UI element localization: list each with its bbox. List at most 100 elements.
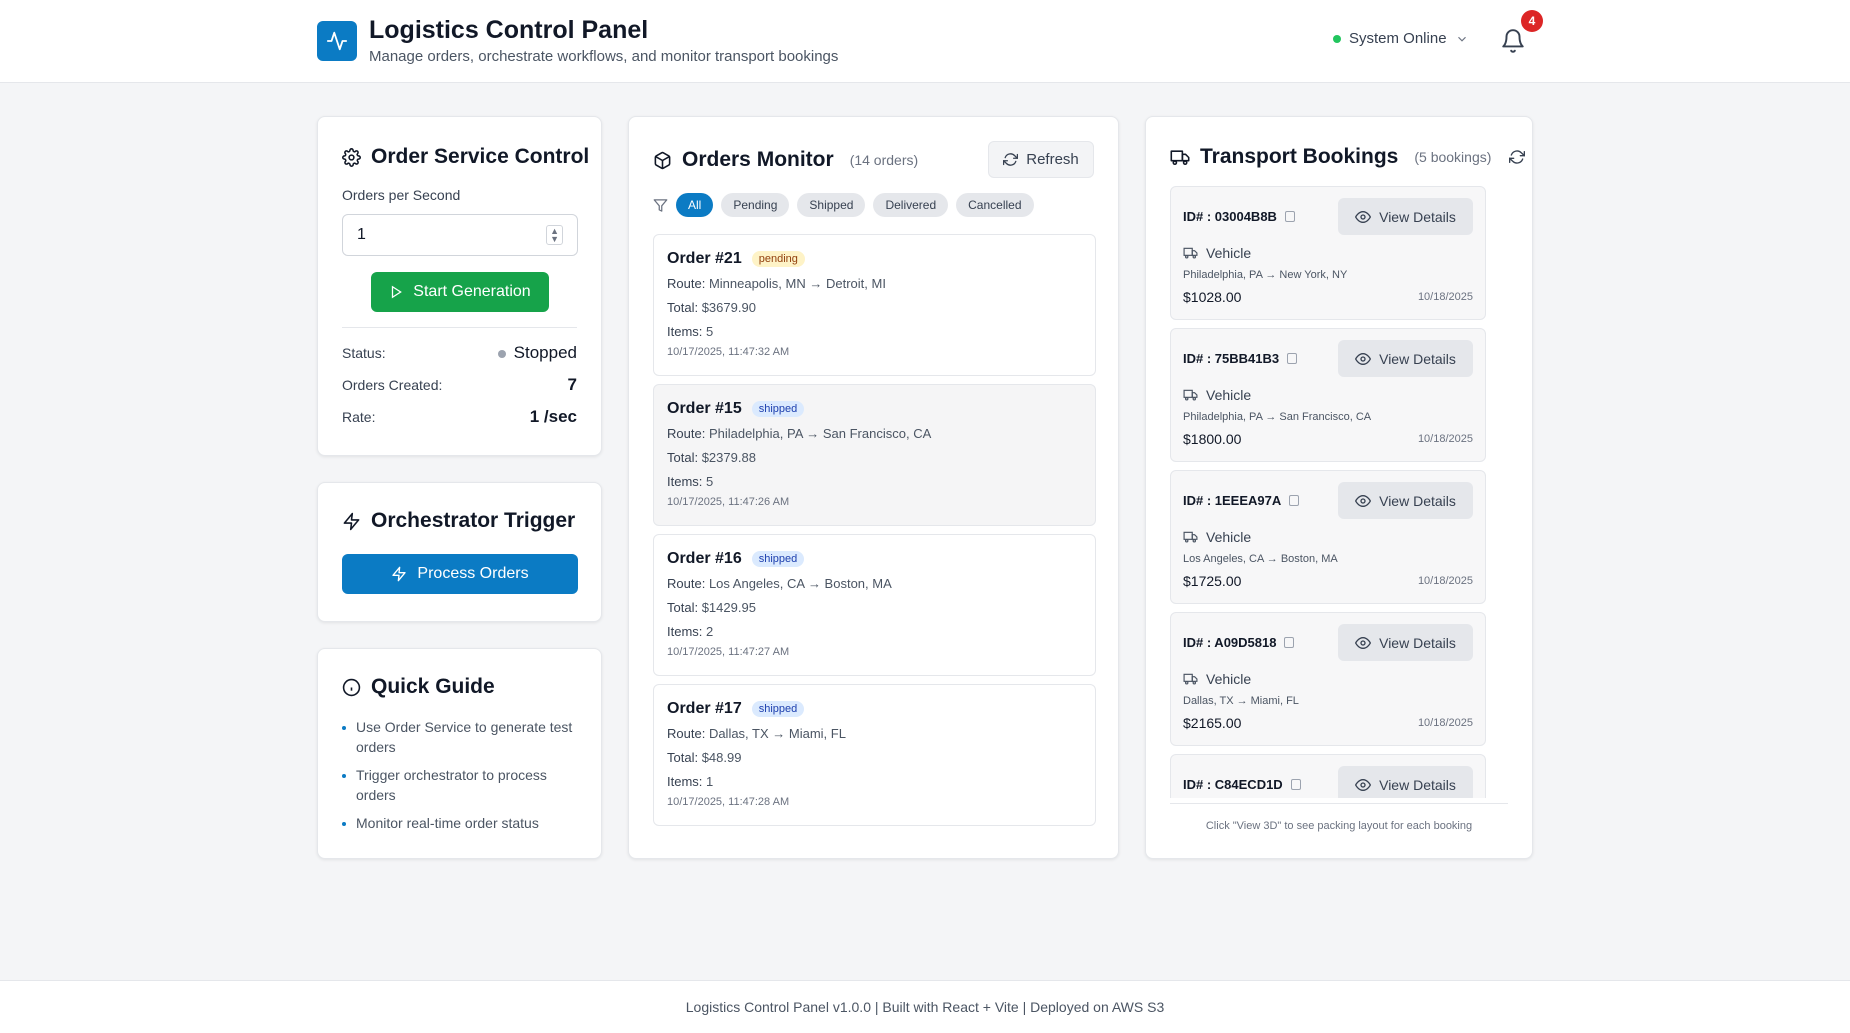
order-timestamp: 10/17/2025, 11:47:27 AM — [667, 646, 790, 658]
order-route: Route: Minneapolis, MN → Detroit, MI — [667, 276, 886, 291]
view-details-button[interactable]: View Details — [1338, 766, 1473, 798]
view-details-label: View Details — [1379, 776, 1456, 793]
orders-created-row: Orders Created: 7 — [342, 375, 577, 395]
quick-guide-list: Use Order Service to generate test order… — [342, 717, 581, 841]
gear-icon — [342, 147, 361, 167]
transport-bookings-card: Transport Bookings (5 bookings) ID# : 03… — [1145, 116, 1533, 859]
bookings-list[interactable]: ID# : 03004B8B View Details Vehicle Phil… — [1170, 186, 1486, 798]
filter-delivered-chip[interactable]: Delivered — [873, 193, 949, 217]
app-subtitle: Manage orders, orchestrate workflows, an… — [369, 48, 839, 65]
transport-footer-note: Click "View 3D" to see packing layout fo… — [1170, 803, 1508, 832]
view-details-button[interactable]: View Details — [1338, 340, 1473, 377]
order-timestamp: 10/17/2025, 11:47:28 AM — [667, 796, 790, 808]
copy-icon[interactable] — [1287, 353, 1298, 364]
status-badge: shipped — [751, 701, 805, 717]
order-route: Route: Los Angeles, CA → Boston, MA — [667, 576, 892, 591]
order-card[interactable]: Order #21 pending Route: Minneapolis, MN … — [653, 234, 1096, 376]
rate-label: Rate: — [342, 409, 376, 425]
booking-id: ID# : C84ECD1D — [1183, 777, 1283, 792]
booking-card: ID# : A09D5818 View Details Vehicle Dall… — [1170, 612, 1486, 746]
divider — [342, 327, 577, 328]
system-status-dropdown[interactable]: System Online — [1333, 30, 1469, 47]
order-items: Items: 1 — [667, 774, 714, 789]
status-row: Status: Stopped — [342, 343, 577, 363]
start-generation-button[interactable]: Start Generation — [371, 272, 549, 312]
view-details-label: View Details — [1379, 208, 1456, 225]
copy-icon[interactable] — [1284, 637, 1295, 648]
refresh-label: Refresh — [1026, 151, 1079, 168]
status-filter-bar: All Pending Shipped Delivered Cancelled — [653, 193, 1034, 217]
rate-value: 1 /sec — [529, 407, 577, 426]
view-details-label: View Details — [1379, 492, 1456, 509]
view-details-button[interactable]: View Details — [1338, 482, 1473, 519]
order-timestamp: 10/17/2025, 11:47:32 AM — [667, 346, 790, 358]
lightning-icon — [392, 566, 407, 582]
filter-cancelled-chip[interactable]: Cancelled — [956, 193, 1034, 217]
booking-card: ID# : 03004B8B View Details Vehicle Phil… — [1170, 186, 1486, 320]
eye-icon — [1355, 778, 1372, 791]
status-badge: shipped — [751, 401, 805, 417]
booking-price: $1028.00 — [1183, 289, 1242, 305]
orders-monitor-title-row: Orders Monitor (14 orders) — [653, 148, 918, 172]
copy-icon[interactable] — [1290, 779, 1301, 790]
chevron-down-icon — [1457, 36, 1466, 42]
booking-id: ID# : A09D5818 — [1183, 635, 1277, 650]
truck-icon — [1183, 247, 1198, 259]
copy-icon[interactable] — [1284, 211, 1295, 222]
orchestrator-card: Orchestrator Trigger Process Orders — [317, 482, 602, 622]
order-items: Items: 5 — [667, 324, 714, 339]
refresh-button[interactable]: Refresh — [988, 141, 1094, 178]
refresh-icon[interactable] — [1509, 149, 1526, 165]
order-total: Total: $3679.90 — [667, 300, 756, 315]
eye-icon — [1355, 494, 1372, 507]
view-details-button[interactable]: View Details — [1338, 198, 1473, 235]
filter-shipped-chip[interactable]: Shipped — [797, 193, 866, 217]
order-title: Order #21 — [667, 250, 742, 267]
order-timestamp: 10/17/2025, 11:47:26 AM — [667, 496, 790, 508]
booking-date: 10/18/2025 — [1417, 575, 1473, 587]
truck-icon — [1183, 531, 1198, 543]
order-title: Order #16 — [667, 550, 742, 567]
booking-type: Vehicle — [1206, 387, 1252, 403]
page-footer: Logistics Control Panel v1.0.0 | Built w… — [0, 980, 1850, 1033]
status-label: Status: — [342, 345, 386, 361]
orders-monitor-card: Orders Monitor (14 orders) Refresh All P… — [628, 116, 1119, 859]
booking-date: 10/18/2025 — [1417, 291, 1473, 303]
booking-route: Dallas, TX → Miami, FL — [1183, 695, 1299, 707]
order-route: Route: Philadelphia, PA → San Francisco,… — [667, 426, 932, 441]
copy-icon[interactable] — [1289, 495, 1300, 506]
bookings-count: (5 bookings) — [1414, 149, 1492, 165]
status-value: Stopped — [497, 343, 577, 363]
orchestrator-title-row: Orchestrator Trigger — [342, 509, 575, 533]
truck-icon — [1183, 389, 1198, 401]
guide-item: Monitor real-time order status — [342, 813, 581, 833]
filter-icon — [653, 198, 668, 212]
filter-pending-chip[interactable]: Pending — [721, 193, 790, 217]
system-status-label: System Online — [1349, 30, 1447, 47]
order-title: Order #15 — [667, 400, 742, 417]
lightning-icon — [343, 512, 360, 530]
booking-id: ID# : 1EEEA97A — [1183, 493, 1282, 508]
booking-id: ID# : 03004B8B — [1183, 209, 1277, 224]
status-text: Stopped — [513, 343, 577, 362]
app-title: Logistics Control Panel — [369, 16, 649, 44]
notification-badge: 4 — [1521, 10, 1543, 32]
transport-title: Transport Bookings — [1200, 145, 1399, 168]
orders-per-second-value: 1 — [357, 226, 366, 243]
order-card[interactable]: Order #15 shipped Route: Philadelphia, PA… — [653, 384, 1096, 526]
order-items: Items: 2 — [667, 624, 714, 639]
view-details-button[interactable]: View Details — [1338, 624, 1473, 661]
booking-route: Los Angeles, CA → Boston, MA — [1183, 553, 1338, 565]
filter-all-chip[interactable]: All — [676, 193, 714, 217]
booking-type: Vehicle — [1206, 245, 1252, 261]
bell-icon[interactable] — [1500, 27, 1526, 55]
orders-per-second-input[interactable]: 1 ▲ ▼ — [342, 214, 578, 256]
process-orders-button[interactable]: Process Orders — [342, 554, 578, 594]
order-card[interactable]: Order #16 shipped Route: Los Angeles, CA … — [653, 534, 1096, 676]
booking-route: Philadelphia, PA → New York, NY — [1183, 269, 1348, 281]
number-stepper-icon[interactable]: ▲ ▼ — [546, 225, 563, 245]
order-total: Total: $48.99 — [667, 750, 742, 765]
order-service-title: Order Service Control — [371, 145, 590, 168]
truck-icon — [1183, 673, 1198, 685]
order-card[interactable]: Order #17 shipped Route: Dallas, TX → Mia… — [653, 684, 1096, 826]
